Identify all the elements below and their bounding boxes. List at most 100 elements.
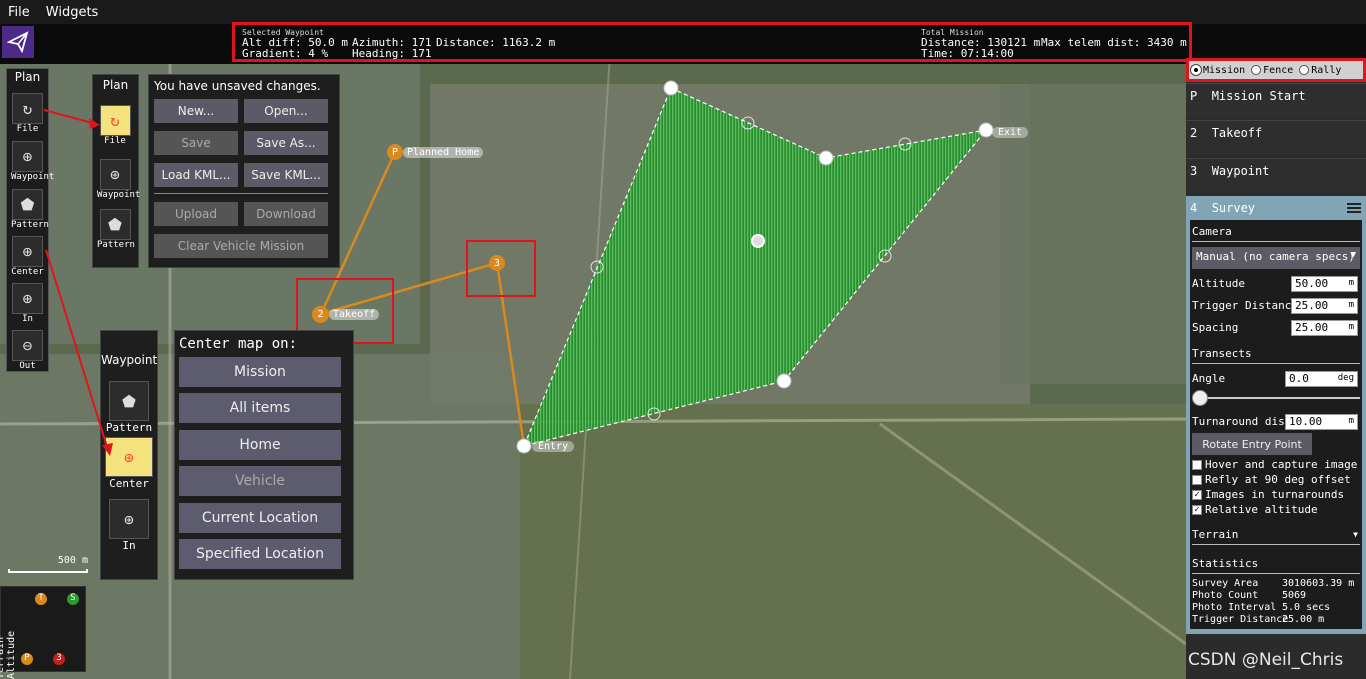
center-home-button[interactable]: Home bbox=[179, 430, 341, 460]
marker-t: T bbox=[35, 593, 47, 605]
marker-s: S bbox=[67, 593, 79, 605]
scale-bar: 500 m bbox=[8, 555, 88, 577]
spacing-value: 25.00 bbox=[1295, 321, 1329, 334]
unsaved-changes-text: You have unsaved changes. bbox=[154, 79, 321, 93]
trigger-distance-value: 25.00 bbox=[1295, 299, 1329, 312]
planned-home-marker[interactable]: P Planned Home bbox=[387, 144, 484, 160]
item-label: Waypoint bbox=[1211, 164, 1270, 178]
center-specified-location-button[interactable]: Specified Location bbox=[179, 539, 341, 569]
menu-file[interactable]: File bbox=[0, 5, 38, 20]
crosshair-icon: ⊕ bbox=[12, 236, 43, 267]
slider-handle[interactable] bbox=[1192, 390, 1208, 406]
trigger-distance-stat-label: Trigger Distance bbox=[1192, 614, 1289, 625]
mission-stats-bar: Selected Waypoint Alt diff: 50.0 m Gradi… bbox=[232, 22, 1192, 62]
center-zoom-in[interactable]: ⊕ In bbox=[105, 499, 153, 552]
save-kml-button[interactable]: Save KML... bbox=[244, 163, 328, 187]
center-vehicle-button[interactable]: Vehicle bbox=[179, 466, 341, 496]
radio-rally[interactable]: Rally bbox=[1299, 65, 1341, 76]
terrain-altitude-widget: Terrain Altitude T S P 3 bbox=[0, 586, 86, 679]
divider bbox=[1192, 544, 1360, 545]
relative-altitude-checkbox[interactable]: ✓ bbox=[1192, 505, 1202, 515]
angle-value: 0.0 bbox=[1289, 372, 1309, 385]
download-button[interactable]: Download bbox=[244, 202, 328, 226]
center-map-panel: Center map on: Mission All items Home Ve… bbox=[174, 330, 354, 580]
turnaround-input[interactable]: 10.00 m bbox=[1285, 414, 1358, 430]
refly-checkbox[interactable] bbox=[1192, 475, 1202, 485]
photo-count-label: Photo Count bbox=[1192, 590, 1259, 601]
mission-item-takeoff[interactable]: 2 Takeoff bbox=[1186, 120, 1366, 155]
angle-slider[interactable] bbox=[1192, 390, 1360, 406]
item-number: 3 bbox=[1190, 164, 1198, 178]
transects-section[interactable]: Transects bbox=[1192, 347, 1252, 360]
photo-count-value: 5069 bbox=[1282, 590, 1307, 601]
refly-label: Refly at 90 deg offset bbox=[1205, 473, 1351, 486]
item-number: P bbox=[1190, 89, 1198, 103]
altitude-value: 50.00 bbox=[1295, 277, 1329, 290]
save-as-button[interactable]: Save As... bbox=[244, 131, 328, 155]
item-label: Mission Start bbox=[1211, 89, 1306, 103]
photo-interval-value: 5.0 secs bbox=[1282, 602, 1331, 613]
spacing-input[interactable]: 25.00 m bbox=[1291, 320, 1358, 336]
center-mission-button[interactable]: Mission bbox=[179, 357, 341, 387]
total-time: Time: 07:14:00 bbox=[921, 47, 1014, 60]
trigger-distance-input[interactable]: 25.00 m bbox=[1291, 298, 1358, 314]
center-all-items-button[interactable]: All items bbox=[179, 393, 341, 423]
file-sync-icon: ↻ bbox=[12, 93, 43, 124]
altitude-input[interactable]: 50.00 m bbox=[1291, 276, 1358, 292]
clear-vehicle-mission-button[interactable]: Clear Vehicle Mission bbox=[154, 234, 328, 258]
max-telem-dist: Max telem dist: 3430 m bbox=[1041, 36, 1187, 49]
annotation-arrows bbox=[43, 109, 113, 456]
zoom-out-icon: ⊖ bbox=[12, 330, 43, 361]
zoom-in-icon: ⊕ bbox=[12, 283, 43, 314]
menu-widgets[interactable]: Widgets bbox=[38, 5, 107, 20]
unit-label: m bbox=[1348, 300, 1354, 310]
radio-mission[interactable]: Mission bbox=[1191, 65, 1245, 76]
divider bbox=[154, 193, 328, 194]
item-label: Takeoff bbox=[1211, 126, 1263, 140]
survey-editor-body: Camera Manual (no camera specs) ▼ Altitu… bbox=[1190, 220, 1362, 629]
camera-select-value: Manual (no camera specs) bbox=[1196, 250, 1355, 263]
statistics-section: Statistics bbox=[1192, 557, 1259, 570]
open-button[interactable]: Open... bbox=[244, 99, 328, 123]
center-current-location-button[interactable]: Current Location bbox=[179, 503, 341, 533]
watermark: CSDN @Neil_Chris bbox=[1188, 650, 1344, 670]
item-number: 4 bbox=[1190, 201, 1198, 215]
chevron-down-icon: ▼ bbox=[1350, 250, 1356, 260]
annotation-box-waypoint bbox=[466, 240, 536, 297]
distance: Distance: 1163.2 m bbox=[436, 36, 556, 49]
plan-logo-icon[interactable] bbox=[2, 26, 34, 58]
zoom-in-icon: ⊕ bbox=[109, 499, 149, 539]
survey-header[interactable]: 4 Survey bbox=[1190, 201, 1255, 215]
images-turnarounds-checkbox[interactable]: ✓ bbox=[1192, 490, 1202, 500]
mission-item-waypoint[interactable]: 3 Waypoint bbox=[1186, 158, 1366, 193]
radio-dot-icon bbox=[1299, 65, 1310, 75]
radio-dot-icon bbox=[1191, 65, 1201, 75]
unit-label: m bbox=[1348, 416, 1354, 426]
center-map-title: Center map on: bbox=[179, 336, 298, 352]
home-marker-badge: P bbox=[387, 144, 403, 160]
divider bbox=[1192, 363, 1360, 364]
angle-label: Angle bbox=[1192, 372, 1226, 385]
trigger-distance-label: Trigger Distance bbox=[1192, 299, 1298, 312]
entry-label: Entry bbox=[532, 441, 575, 452]
radio-rally-label: Rally bbox=[1311, 64, 1342, 76]
center-zoom-in-label: In bbox=[122, 539, 136, 552]
hover-capture-checkbox[interactable] bbox=[1192, 460, 1202, 470]
turnaround-label: Turnaround dist bbox=[1192, 415, 1292, 428]
hamburger-menu-icon[interactable] bbox=[1347, 203, 1361, 213]
radio-fence[interactable]: Fence bbox=[1251, 65, 1293, 76]
unit-label: deg bbox=[1337, 373, 1354, 383]
marker-3: 3 bbox=[53, 653, 65, 665]
rotate-entry-point-button[interactable]: Rotate Entry Point bbox=[1192, 433, 1312, 455]
mission-item-start[interactable]: P Mission Start bbox=[1186, 83, 1366, 118]
survey-area-value: 3010603.39 m bbox=[1282, 578, 1355, 589]
pattern-icon: ⬟ bbox=[12, 189, 43, 220]
exit-label: Exit bbox=[992, 127, 1029, 138]
divider bbox=[1192, 573, 1360, 574]
camera-section[interactable]: Camera bbox=[1192, 225, 1232, 238]
camera-select[interactable]: Manual (no camera specs) ▼ bbox=[1192, 247, 1360, 269]
radio-dot-icon bbox=[1251, 65, 1262, 75]
gradient: Gradient: 4 % bbox=[242, 47, 329, 60]
angle-input[interactable]: 0.0 deg bbox=[1285, 371, 1358, 387]
terrain-section[interactable]: Terrain bbox=[1192, 528, 1238, 541]
